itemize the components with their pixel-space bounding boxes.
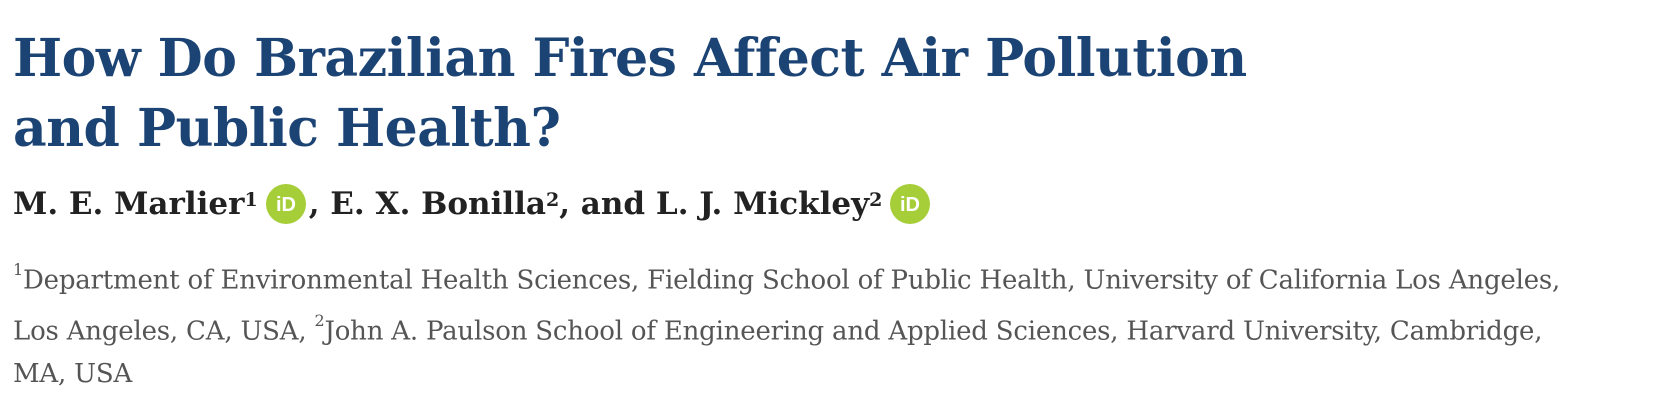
author-name[interactable]: M. E. Marlier: [13, 182, 244, 226]
affiliation-line: Los Angeles, CA, USA, 2John A. Paulson S…: [13, 303, 1643, 354]
affiliation-marker: 2: [869, 189, 883, 211]
orcid-icon[interactable]: iD: [890, 184, 931, 224]
article-title: How Do Brazilian Fires Affect Air Pollut…: [13, 28, 1247, 159]
article-header: How Do Brazilian Fires Affect Air Pollut…: [13, 24, 1643, 396]
author-separator: , and: [559, 186, 656, 222]
affiliation-text: Los Angeles, CA, USA,: [13, 316, 315, 347]
author-name[interactable]: L. J. Mickley: [656, 182, 869, 226]
affiliation-line: MA, USA: [13, 353, 1643, 396]
affiliation-text: Department of Environmental Health Scien…: [22, 265, 1561, 296]
orcid-label: iD: [276, 194, 296, 216]
author-name[interactable]: E. X. Bonilla: [330, 182, 546, 226]
affiliation-text: John A. Paulson School of Engineering an…: [324, 316, 1543, 347]
author-separator: ,: [308, 186, 331, 222]
orcid-label: iD: [900, 194, 920, 216]
orcid-icon[interactable]: iD: [265, 184, 306, 224]
affiliations: 1Department of Environmental Health Scie…: [13, 252, 1643, 396]
affiliation-marker: 2: [545, 189, 560, 211]
author-list: M. E. Marlier 1 iD , E. X. Bonilla 2 , and…: [13, 182, 1643, 226]
affiliation-text: MA, USA: [13, 359, 133, 390]
affiliation-marker: 1: [244, 189, 258, 211]
affiliation-line: 1Department of Environmental Health Scie…: [13, 252, 1643, 303]
affiliation-marker: 2: [314, 310, 325, 330]
affiliation-marker: 1: [13, 260, 23, 279]
